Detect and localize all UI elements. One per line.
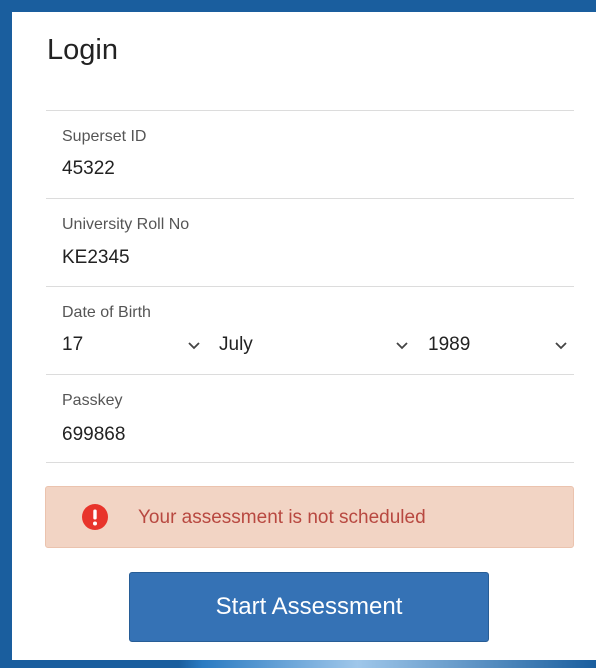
dob-day-value: 17 — [62, 334, 84, 355]
passkey-label: Passkey — [62, 392, 123, 409]
dob-label: Date of Birth — [62, 304, 151, 321]
divider — [46, 110, 574, 111]
chevron-down-icon — [188, 342, 200, 350]
window-frame-bottom — [0, 660, 596, 668]
page-title: Login — [47, 34, 118, 66]
dob-month-select[interactable]: July — [219, 334, 414, 360]
superset-id-label: Superset ID — [62, 128, 147, 145]
dob-month-value: July — [219, 334, 253, 355]
chevron-down-icon — [396, 342, 408, 350]
divider — [46, 286, 574, 287]
divider — [46, 198, 574, 199]
roll-no-label: University Roll No — [62, 216, 190, 233]
error-alert: Your assessment is not scheduled — [45, 486, 574, 548]
roll-no-field[interactable]: KE2345 — [62, 247, 130, 269]
dob-year-value: 1989 — [428, 334, 471, 355]
superset-id-field[interactable]: 45322 — [62, 158, 115, 180]
divider — [46, 462, 574, 463]
login-card: Login Superset ID 45322 University Roll … — [12, 12, 596, 660]
chevron-down-icon — [555, 342, 567, 350]
start-assessment-button[interactable]: Start Assessment — [129, 572, 489, 642]
passkey-field[interactable]: 699868 — [62, 424, 125, 446]
window-frame-top — [0, 0, 596, 12]
window-frame-left — [0, 0, 12, 668]
dob-year-select[interactable]: 1989 — [428, 334, 573, 360]
exclamation-circle-icon — [82, 504, 108, 530]
alert-message: Your assessment is not scheduled — [138, 507, 426, 528]
divider — [46, 374, 574, 375]
dob-day-select[interactable]: 17 — [62, 334, 212, 360]
